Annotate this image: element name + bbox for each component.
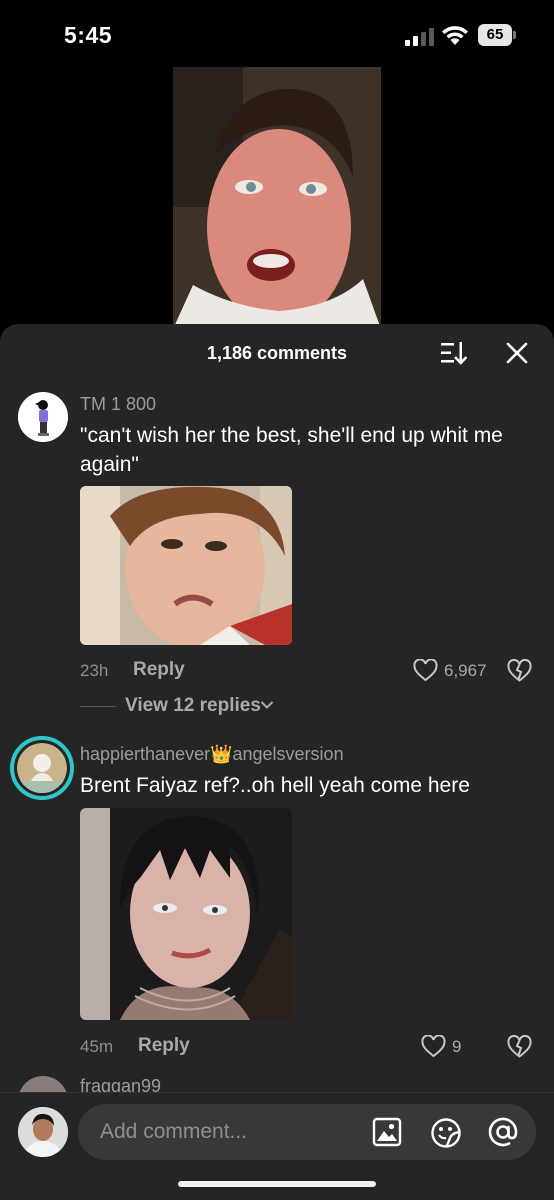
- video-frame-image: [173, 67, 381, 329]
- comment-username[interactable]: happierthanever👑angelsversion: [80, 744, 344, 765]
- avatar-image: [18, 392, 68, 442]
- reply-button[interactable]: Reply: [133, 659, 185, 681]
- comment-timestamp: 45m: [80, 1037, 114, 1056]
- home-indicator: [178, 1181, 376, 1187]
- reply-button[interactable]: Reply: [138, 1035, 190, 1057]
- status-time: 5:45: [64, 22, 113, 48]
- add-comment-field[interactable]: [78, 1104, 536, 1160]
- avatar[interactable]: [18, 392, 68, 442]
- comments-sheet: 1,186 comments TM 1 800 "can't wish her …: [0, 324, 554, 1200]
- comment-text: "can't wish her the best, she'll end up …: [80, 424, 503, 476]
- like-button[interactable]: 9: [421, 1035, 481, 1059]
- reaction-photo: [80, 486, 292, 645]
- comment-image[interactable]: [80, 486, 292, 645]
- comment-meta: 23h Reply 6,967: [80, 659, 540, 683]
- comment-meta: 45m Reply 9: [80, 1035, 540, 1059]
- comment-text: Brent Faiyaz ref?..oh hell yeah come her…: [80, 774, 470, 797]
- sort-icon[interactable]: [441, 341, 467, 365]
- comments-count: 1,186 comments: [206, 343, 348, 363]
- comment-image[interactable]: [80, 808, 292, 1020]
- comments-header: 1,186 comments: [0, 324, 554, 382]
- status-bar: 5:45 65: [0, 0, 554, 70]
- view-replies-label: View 12 replies: [125, 695, 261, 716]
- user-avatar[interactable]: [18, 1107, 68, 1157]
- comment-username[interactable]: TM 1 800: [80, 394, 156, 415]
- mention-icon[interactable]: [487, 1116, 519, 1148]
- avatar[interactable]: [10, 736, 74, 800]
- image-icon[interactable]: [372, 1117, 402, 1147]
- divider-line: [80, 706, 116, 707]
- heart-icon: [413, 659, 438, 682]
- comment-timestamp: 23h: [80, 661, 109, 680]
- view-replies-button[interactable]: View 12 replies: [80, 694, 300, 718]
- emoji-icon[interactable]: [430, 1117, 462, 1149]
- wifi-icon: [442, 26, 468, 45]
- heart-icon: [421, 1035, 446, 1058]
- battery-indicator: 65: [478, 24, 516, 46]
- like-button[interactable]: 6,967: [413, 659, 493, 683]
- user-avatar-image: [18, 1107, 68, 1157]
- like-count: 6,967: [444, 661, 487, 680]
- dislike-icon[interactable]: [507, 1035, 532, 1059]
- battery-level: 65: [478, 24, 512, 46]
- chevron-down-icon: [260, 701, 274, 709]
- comment-composer: [0, 1092, 554, 1200]
- avatar-image: [17, 743, 67, 793]
- video-preview[interactable]: [173, 67, 381, 329]
- like-count: 9: [452, 1037, 462, 1056]
- reaction-photo: [80, 808, 292, 1020]
- comment-input[interactable]: [100, 1104, 370, 1160]
- cellular-signal-icon: [405, 28, 434, 46]
- dislike-icon[interactable]: [507, 659, 532, 683]
- close-icon[interactable]: [505, 341, 529, 365]
